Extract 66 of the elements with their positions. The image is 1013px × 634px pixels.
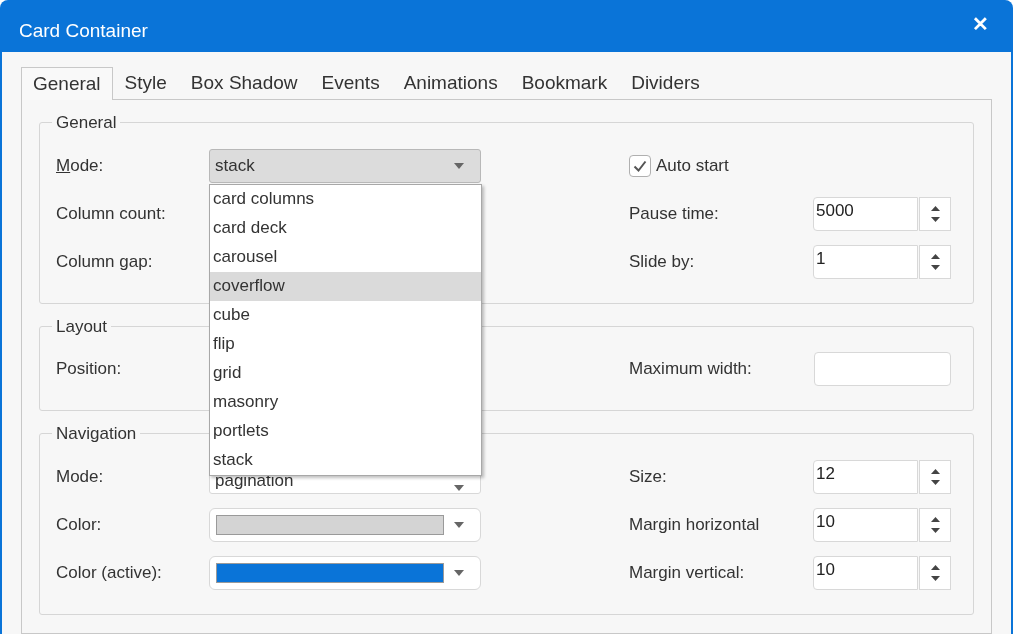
field-label: Pause time: [629,202,720,225]
field-label: Slide by: [629,250,696,273]
dropdown-value: stack [215,155,255,176]
check-icon [633,159,647,172]
dropdown-option[interactable]: carousel [210,242,481,272]
number-field[interactable]: 10 [813,507,918,542]
up-arrow-icon [930,253,940,259]
checkbox[interactable] [629,154,651,177]
up-arrow-icon [930,205,940,211]
tab[interactable]: Style [112,67,179,100]
spin-buttons[interactable] [919,507,951,542]
field-label: Column gap: [56,250,154,273]
spin-buttons[interactable] [919,196,951,231]
up-arrow-icon [930,516,940,522]
down-arrow-icon [930,575,940,581]
tab[interactable]: Animations [391,67,510,100]
field-label: Color: [56,513,103,536]
group-title: Layout [55,315,109,338]
down-arrow-icon [930,479,940,485]
field-label: Margin vertical: [629,561,746,584]
down-arrow-icon [930,527,940,533]
spin-buttons[interactable] [919,555,951,590]
number-field[interactable]: 5000 [813,196,918,231]
field-label: Size: [629,465,668,488]
color-picker[interactable] [209,507,481,542]
spin-buttons[interactable] [919,459,951,494]
field-label: Mode: [56,154,105,177]
field-label: Color (active): [56,561,163,584]
checkbox-label: Auto start [656,154,729,177]
caret-icon [454,521,464,528]
field-label: Mode: [56,465,105,488]
group-title: Navigation [55,423,138,445]
number-field[interactable]: 1 [813,244,918,279]
spin-buttons[interactable] [919,244,951,279]
dropdown-option[interactable]: grid [210,358,481,388]
dropdown-option[interactable]: card deck [210,213,481,243]
field-label: Margin horizontal [629,513,761,536]
group-title: General [55,112,118,134]
number-field[interactable]: 12 [813,459,918,494]
dropdown-option[interactable]: portlets [210,416,481,446]
dropdown-option[interactable]: masonry [210,387,481,417]
caret-icon [454,162,464,169]
dropdown-option[interactable]: coverflow [210,271,481,301]
field-label: Column count: [56,202,167,225]
up-arrow-icon [930,468,940,474]
tab[interactable]: Box Shadow [178,67,310,100]
field-label: Position: [56,358,123,381]
caret-icon [454,484,464,491]
dropdown-option[interactable]: cube [210,300,481,330]
down-arrow-icon [930,264,940,270]
caret-icon [454,569,464,576]
tab[interactable]: General [21,67,113,100]
dropdown-field[interactable]: stack [209,148,481,183]
tab[interactable]: Dividers [619,67,712,100]
tab[interactable]: Events [309,67,392,100]
close-button[interactable]: ✕ [972,9,989,39]
text-field[interactable] [814,352,951,386]
down-arrow-icon [930,216,940,222]
dropdown-option[interactable]: flip [210,329,481,359]
window-title: Card Container [19,18,148,43]
dropdown-option[interactable]: card columns [210,184,481,214]
field-label: Maximum width: [629,358,753,381]
number-field[interactable]: 10 [813,555,918,590]
color-picker[interactable] [209,555,481,590]
up-arrow-icon [930,564,940,570]
tab[interactable]: Bookmark [509,67,620,100]
